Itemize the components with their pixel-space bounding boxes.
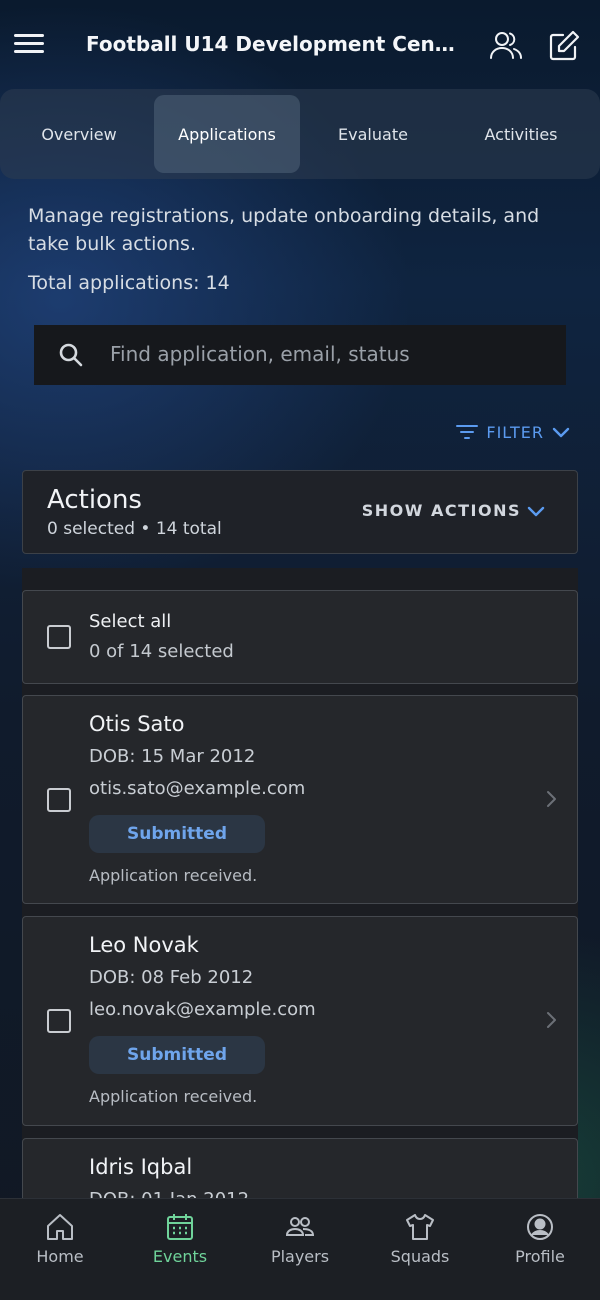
search-input[interactable]: Find application, email, status <box>34 325 566 385</box>
nav-home-label: Home <box>36 1247 84 1266</box>
row-checkbox[interactable] <box>47 788 71 812</box>
select-all-label: Select all <box>89 611 172 632</box>
application-note: Application received. <box>89 866 258 885</box>
nav-players[interactable]: Players <box>240 1211 360 1266</box>
show-actions-label: SHOW ACTIONS <box>361 501 521 520</box>
nav-events[interactable]: Events <box>120 1211 240 1266</box>
home-icon <box>47 1214 73 1240</box>
filter-button[interactable]: FILTER <box>456 420 570 444</box>
actions-subtitle: 0 selected • 14 total <box>47 519 222 539</box>
app: Football U14 Development Centr… Overview… <box>0 0 600 1300</box>
applicant-name: Leo Novak <box>89 933 199 957</box>
calendar-icon <box>167 1214 193 1240</box>
shirt-icon <box>406 1214 434 1240</box>
status-badge: Submitted <box>89 815 265 853</box>
show-actions-button[interactable]: SHOW ACTIONS <box>362 501 545 520</box>
search-icon <box>58 342 84 368</box>
filter-icon <box>456 425 479 439</box>
list-item[interactable]: Leo Novak DOB: 08 Feb 2012 leo.novak@exa… <box>22 916 578 1126</box>
nav-profile-label: Profile <box>515 1247 565 1266</box>
app-header: Football U14 Development Centr… <box>0 0 600 90</box>
players-icon <box>285 1217 315 1236</box>
page-description: Manage registrations, update onboarding … <box>28 205 540 255</box>
actions-panel: Actions 0 selected • 14 total SHOW ACTIO… <box>22 470 578 554</box>
nav-players-label: Players <box>270 1247 330 1266</box>
filter-label: FILTER <box>486 422 544 442</box>
applicant-name: Idris Iqbal <box>89 1155 193 1179</box>
applicant-email: leo.novak@example.com <box>89 999 316 1020</box>
total-applications: Total applications: 14 <box>28 272 230 294</box>
tab-evaluate[interactable]: Evaluate <box>300 95 446 173</box>
search-placeholder: Find application, email, status <box>110 342 410 366</box>
nav-squads-label: Squads <box>390 1247 450 1266</box>
nav-squads[interactable]: Squads <box>360 1211 480 1266</box>
status-badge: Submitted <box>89 1036 265 1074</box>
tab-applications[interactable]: Applications <box>154 95 300 173</box>
page-title: Football U14 Development Centr… <box>86 32 458 56</box>
nav-events-label: Events <box>152 1247 208 1266</box>
row-checkbox[interactable] <box>47 1009 71 1033</box>
chevron-right-icon[interactable] <box>541 789 561 809</box>
bottom-nav: Home Events Players Squads Profile <box>0 1198 600 1300</box>
menu-icon[interactable] <box>14 34 44 58</box>
select-all-count: 0 of 14 selected <box>89 641 234 662</box>
applicant-email: otis.sato@example.com <box>89 778 306 799</box>
applications-list: Select all 0 of 14 selected Otis Sato DO… <box>22 568 578 1200</box>
chevron-right-icon[interactable] <box>541 1010 561 1030</box>
chevron-down-icon <box>552 427 570 438</box>
tab-bar: Overview Applications Evaluate Activitie… <box>0 89 600 179</box>
chevron-down-icon <box>527 506 545 516</box>
nav-profile[interactable]: Profile <box>480 1211 600 1266</box>
tab-overview[interactable]: Overview <box>6 95 152 173</box>
profile-icon <box>527 1214 553 1240</box>
people-icon[interactable] <box>488 28 524 64</box>
applicant-dob: DOB: 15 Mar 2012 <box>89 746 256 767</box>
select-all-checkbox[interactable] <box>47 625 71 649</box>
nav-home[interactable]: Home <box>0 1211 120 1266</box>
select-all-row[interactable]: Select all 0 of 14 selected <box>22 590 578 684</box>
edit-icon[interactable] <box>546 28 582 64</box>
applicant-name: Otis Sato <box>89 712 185 736</box>
list-item[interactable]: Idris Iqbal DOB: 01 Jan 2012 <box>22 1138 578 1200</box>
actions-title: Actions <box>47 485 142 515</box>
tab-activities[interactable]: Activities <box>448 95 594 173</box>
applicant-dob: DOB: 08 Feb 2012 <box>89 967 254 988</box>
list-item[interactable]: Otis Sato DOB: 15 Mar 2012 otis.sato@exa… <box>22 695 578 904</box>
application-note: Application received. <box>89 1087 258 1106</box>
